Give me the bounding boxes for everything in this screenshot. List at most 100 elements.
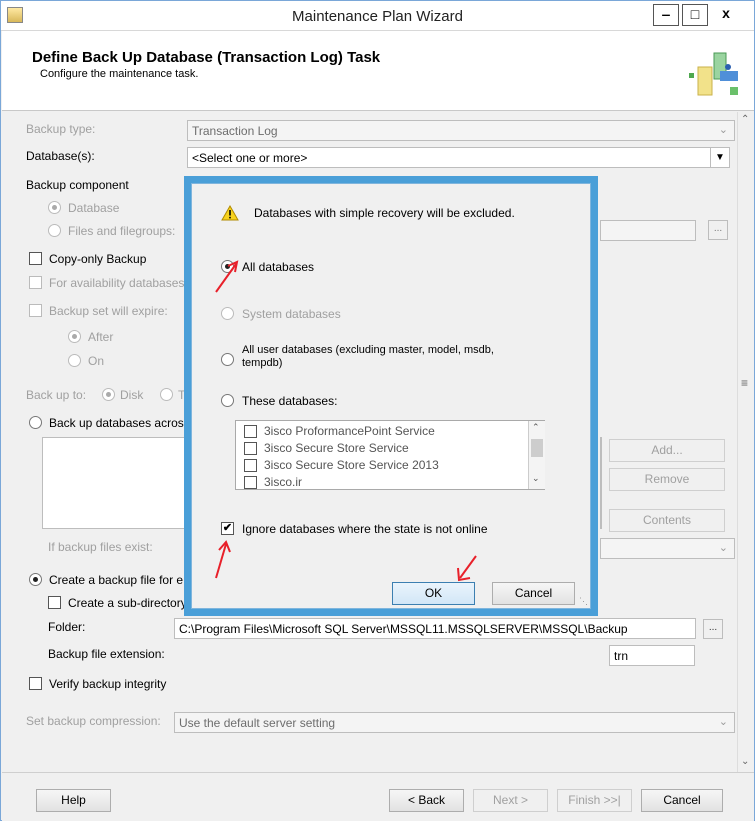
availability-label: For availability databases, xyxy=(49,276,188,290)
user-databases-label-line2: tempdb) xyxy=(242,357,283,369)
dialog-body: Databases with simple recovery will be e… xyxy=(191,183,591,609)
scroll-thumb[interactable] xyxy=(531,439,543,457)
scroll-grip-icon[interactable]: ≡ xyxy=(741,376,748,390)
user-databases-label-line1: All user databases (excluding master, mo… xyxy=(242,344,494,356)
db-item-label: 3isco Secure Store Service 2013 xyxy=(264,458,439,472)
all-databases-label: All databases xyxy=(242,260,315,274)
resize-grip-icon[interactable]: ⋱ xyxy=(579,596,588,607)
backup-files-list[interactable] xyxy=(42,437,187,529)
filegroups-field xyxy=(600,220,696,241)
after-radio-label: After xyxy=(88,330,114,344)
compression-label: Set backup compression: xyxy=(26,714,161,728)
warning-text: Databases with simple recovery will be e… xyxy=(254,206,515,220)
back-button[interactable]: < Back xyxy=(389,789,464,812)
backup-type-select: Transaction Log ⌄ xyxy=(187,120,735,141)
across-files-radio[interactable] xyxy=(29,416,42,429)
disk-radio-label: Disk xyxy=(120,388,144,402)
availability-checkbox[interactable] xyxy=(29,276,42,289)
files-radio-label: Files and filegroups: xyxy=(68,224,176,238)
db-item-label: 3isco Secure Store Service xyxy=(264,441,409,455)
create-file-radio[interactable] xyxy=(29,573,42,586)
backup-to-label: Back up to: xyxy=(26,388,87,402)
if-files-exist-select: ⌄ xyxy=(600,538,735,559)
close-button[interactable]: x xyxy=(713,4,739,26)
scroll-down-icon[interactable]: ⌄ xyxy=(741,756,749,767)
subdir-checkbox[interactable] xyxy=(48,596,61,609)
database-radio[interactable] xyxy=(48,201,61,214)
across-files-label: Back up databases acros xyxy=(49,416,184,430)
extension-label: Backup file extension: xyxy=(48,647,165,661)
window-title: Maintenance Plan Wizard xyxy=(292,8,463,25)
scroll-up-icon[interactable]: ⌃ xyxy=(741,114,749,125)
select-databases-dialog: Databases with simple recovery will be e… xyxy=(184,176,598,616)
wizard-graphic-icon xyxy=(689,52,738,96)
scroll-down-icon[interactable]: ⌄ xyxy=(532,473,540,484)
verify-checkbox[interactable] xyxy=(29,677,42,690)
ignore-offline-checkbox[interactable]: ✔ xyxy=(221,522,234,535)
these-databases-radio[interactable] xyxy=(221,394,234,407)
db-item-checkbox[interactable] xyxy=(244,459,257,472)
files-radio[interactable] xyxy=(48,224,61,237)
folder-input[interactable]: C:\Program Files\Microsoft SQL Server\MS… xyxy=(174,618,696,639)
system-databases-label: System databases xyxy=(242,307,341,321)
after-radio[interactable] xyxy=(68,330,81,343)
chevron-down-icon: ⌄ xyxy=(718,124,728,136)
chevron-down-icon: ⌄ xyxy=(718,716,728,728)
backup-files-list-edge xyxy=(600,437,602,529)
wizard-header: Define Back Up Database (Transaction Log… xyxy=(2,31,754,111)
tape-radio[interactable] xyxy=(160,388,173,401)
contents-button[interactable]: Contents xyxy=(609,509,725,532)
minimize-button[interactable]: ‒ xyxy=(653,4,679,26)
wizard-footer: Help < Back Next > Finish >>| Cancel xyxy=(2,772,754,821)
finish-button[interactable]: Finish >>| xyxy=(557,789,632,812)
db-item-checkbox[interactable] xyxy=(244,425,257,438)
next-button[interactable]: Next > xyxy=(473,789,548,812)
filegroups-browse-button: ... xyxy=(708,220,728,240)
if-files-exist-label: If backup files exist: xyxy=(48,540,153,554)
disk-radio[interactable] xyxy=(102,388,115,401)
expire-label: Backup set will expire: xyxy=(49,304,168,318)
backup-type-label: Backup type: xyxy=(26,122,96,136)
list-scrollbar[interactable]: ⌃ ⌄ xyxy=(528,421,545,489)
ignore-offline-label: Ignore databases where the state is not … xyxy=(242,522,488,536)
database-radio-label: Database xyxy=(68,201,120,215)
create-file-label: Create a backup file for e xyxy=(49,573,184,587)
system-databases-radio[interactable] xyxy=(221,307,234,320)
these-databases-label: These databases: xyxy=(242,394,338,408)
dialog-cancel-button[interactable]: Cancel xyxy=(492,582,575,605)
on-radio[interactable] xyxy=(68,354,81,367)
cancel-button[interactable]: Cancel xyxy=(641,789,723,812)
backup-component-label: Backup component xyxy=(26,178,129,192)
user-databases-radio[interactable] xyxy=(221,353,234,366)
dropdown-arrow-icon[interactable]: ▼ xyxy=(710,148,729,167)
page-title: Define Back Up Database (Transaction Log… xyxy=(32,49,381,66)
ok-button[interactable]: OK xyxy=(392,582,475,605)
help-button[interactable]: Help xyxy=(36,789,111,812)
compression-select: Use the default server setting ⌄ xyxy=(174,712,735,733)
all-databases-radio[interactable] xyxy=(221,260,234,273)
expire-checkbox[interactable] xyxy=(29,304,42,317)
compression-value: Use the default server setting xyxy=(179,716,336,730)
vertical-scrollbar[interactable]: ⌃ ≡ ⌄ xyxy=(737,112,754,772)
db-item-checkbox[interactable] xyxy=(244,476,257,489)
title-bar: Maintenance Plan Wizard ‒ □ x xyxy=(1,1,754,31)
chevron-down-icon: ⌄ xyxy=(718,542,728,554)
database-list[interactable]: 3isco ProformancePoint Service 3isco Sec… xyxy=(235,420,545,490)
add-button[interactable]: Add... xyxy=(609,439,725,462)
warning-icon xyxy=(221,205,239,221)
maximize-button[interactable]: □ xyxy=(682,4,708,26)
on-radio-label: On xyxy=(88,354,105,368)
databases-value: <Select one or more> xyxy=(192,151,308,165)
remove-button[interactable]: Remove xyxy=(609,468,725,491)
db-item-label: 3isco.ir xyxy=(264,475,303,489)
db-item-label: 3isco ProformancePoint Service xyxy=(264,424,435,438)
copy-only-checkbox[interactable] xyxy=(29,252,42,265)
scroll-up-icon[interactable]: ⌃ xyxy=(532,422,540,433)
db-item-checkbox[interactable] xyxy=(244,442,257,455)
extension-input[interactable]: trn xyxy=(609,645,695,666)
verify-label: Verify backup integrity xyxy=(49,677,167,691)
databases-select[interactable]: <Select one or more> ▼ xyxy=(187,147,730,168)
folder-browse-button[interactable]: ... xyxy=(703,619,723,639)
backup-type-value: Transaction Log xyxy=(192,124,278,138)
page-subtitle: Configure the maintenance task. xyxy=(40,68,199,80)
